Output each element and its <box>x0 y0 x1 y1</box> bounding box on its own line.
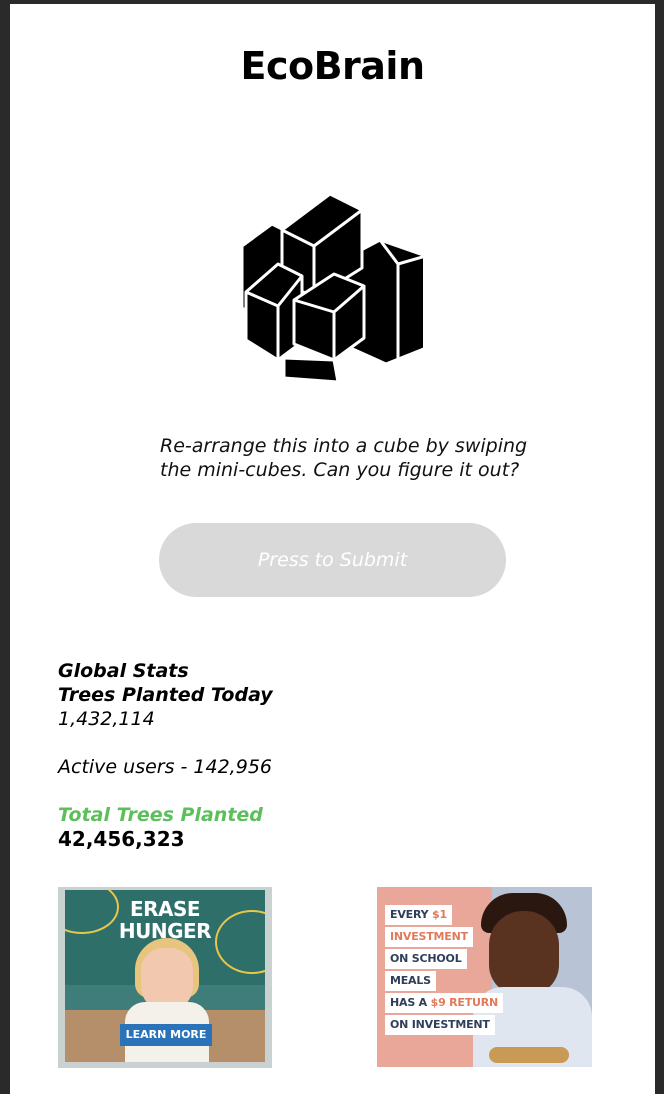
ad-text-line: MEALS <box>385 971 436 991</box>
ad-text-lines: EVERY $1 INVESTMENT ON SCHOOL MEALS HAS A $9… <box>385 905 504 1037</box>
puzzle-instructions: Re-arrange this into a cube by swiping t… <box>160 434 560 482</box>
ad-image: ERASE HUNGER LEARN MORE <box>65 890 265 1062</box>
app-title: EcoBrain <box>240 44 425 88</box>
stats-heading: Global Stats <box>58 660 189 682</box>
app-screen: EcoBrain Re-arrange this into a cube by … <box>10 4 655 1094</box>
total-trees-label: Total Trees Planted <box>58 804 263 826</box>
ad-text-line: EVERY $1 <box>385 905 452 925</box>
ad-headline-line-1: ERASE <box>129 897 201 921</box>
trees-today-label: Trees Planted Today <box>58 684 273 706</box>
instructions-line-2: the mini-cubes. Can you figure it out? <box>160 459 520 481</box>
active-users: Active users - 142,956 <box>58 756 272 778</box>
learn-more-button[interactable]: LEARN MORE <box>120 1024 212 1046</box>
ad-text-accent: $9 RETURN <box>430 996 499 1009</box>
ad-text: EVERY <box>390 908 433 921</box>
ad-headline-line-2: HUNGER <box>118 919 212 943</box>
ad-text-accent: INVESTMENT <box>390 930 468 943</box>
school-meals-ad[interactable]: EVERY $1 INVESTMENT ON SCHOOL MEALS HAS A $9… <box>377 887 592 1067</box>
erase-hunger-ad[interactable]: ERASE HUNGER LEARN MORE <box>58 887 272 1068</box>
ad-text-accent: $1 <box>432 908 447 921</box>
ad-text-line: ON INVESTMENT <box>385 1015 495 1035</box>
ad-headline: ERASE HUNGER <box>65 898 265 942</box>
stacked-cubes-icon[interactable] <box>238 188 428 384</box>
ad-text-line: INVESTMENT <box>385 927 473 947</box>
submit-button[interactable]: Press to Submit <box>159 523 506 597</box>
ad-text: MEALS <box>390 974 431 987</box>
ad-text-line: ON SCHOOL <box>385 949 467 969</box>
ad-text: ON SCHOOL <box>390 952 462 965</box>
instructions-line-1: Re-arrange this into a cube by swiping <box>160 435 528 457</box>
global-stats: Global Stats Trees Planted Today 1,432,1… <box>58 659 458 851</box>
cube-puzzle[interactable] <box>238 188 428 384</box>
trees-today-value: 1,432,114 <box>58 708 155 730</box>
ad-text-line: HAS A $9 RETURN <box>385 993 504 1013</box>
ad-text: ON INVESTMENT <box>390 1018 490 1031</box>
total-trees-value: 42,456,323 <box>58 827 185 851</box>
ad-text: HAS A <box>390 996 431 1009</box>
